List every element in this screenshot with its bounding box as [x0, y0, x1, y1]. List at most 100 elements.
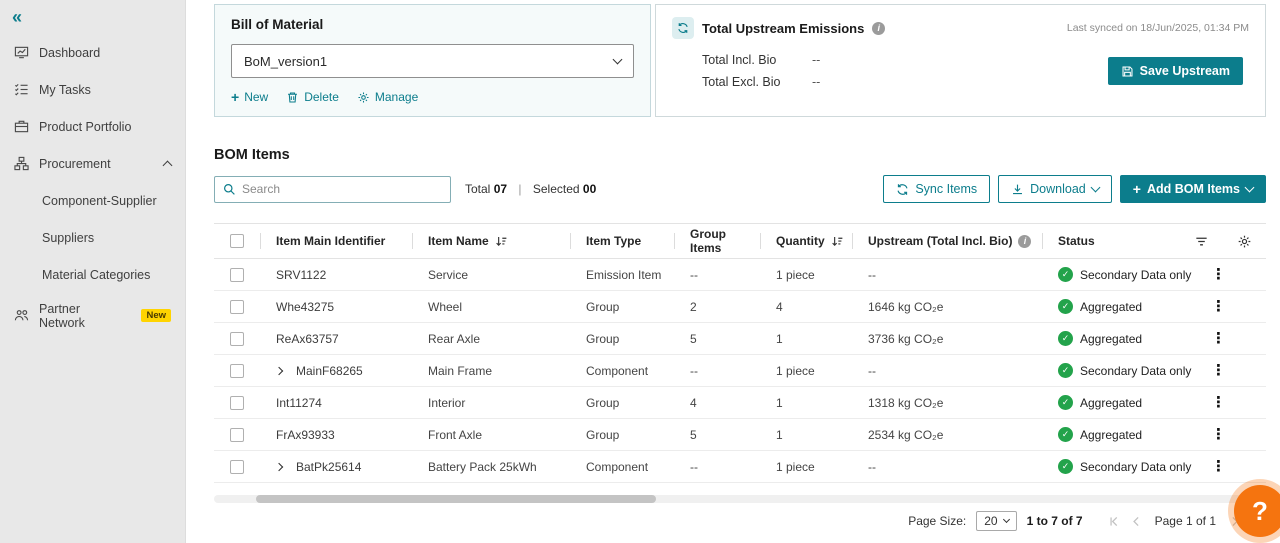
chevron-down-icon: [1245, 183, 1255, 193]
sidebar-item-product-portfolio[interactable]: Product Portfolio: [0, 108, 185, 145]
row-checkbox[interactable]: [230, 268, 244, 282]
row-actions-menu-icon[interactable]: ⋮: [1211, 395, 1252, 410]
emissions-title: Total Upstream Emissions: [702, 21, 864, 36]
row-checkbox[interactable]: [230, 300, 244, 314]
search-box[interactable]: [214, 176, 451, 203]
filter-icon[interactable]: [1194, 234, 1209, 249]
cell-group-items: --: [690, 364, 698, 378]
add-bom-items-button[interactable]: + Add BOM Items: [1120, 175, 1266, 203]
plus-icon: +: [1133, 182, 1141, 196]
cell-item-id: SRV1122: [276, 268, 326, 282]
cell-quantity: 1 piece: [776, 268, 815, 282]
new-badge: New: [141, 309, 171, 322]
status-badge: ✓ Secondary Data only: [1058, 267, 1191, 282]
cell-group-items: --: [690, 268, 698, 282]
first-page-icon[interactable]: [1107, 515, 1120, 528]
table-row[interactable]: BatPk25614 Battery Pack 25kWh Component …: [214, 451, 1266, 483]
items-summary: Total 07 | Selected 00: [465, 182, 596, 196]
header-item-main-identifier: Item Main Identifier: [276, 234, 385, 248]
cell-item-type: Group: [586, 300, 619, 314]
sidebar-item-procurement[interactable]: Procurement: [0, 145, 185, 182]
manage-bom-button[interactable]: Manage: [357, 90, 418, 104]
sidebar-item-material-categories[interactable]: Material Categories: [0, 256, 185, 293]
sidebar-item-label: My Tasks: [39, 83, 91, 97]
row-actions-menu-icon[interactable]: ⋮: [1211, 331, 1252, 346]
collapse-sidebar-icon[interactable]: «: [12, 8, 22, 26]
table-settings-gear-icon[interactable]: [1237, 234, 1252, 249]
row-actions-menu-icon[interactable]: ⋮: [1211, 363, 1252, 378]
header-group-items: Group Items: [690, 227, 760, 255]
select-all-checkbox[interactable]: [230, 234, 244, 248]
cell-quantity: 4: [776, 300, 783, 314]
tasks-icon: [14, 82, 29, 97]
sidebar-item-label: Suppliers: [42, 231, 94, 245]
new-bom-button[interactable]: + New: [231, 90, 268, 104]
page-size-select[interactable]: 20: [976, 511, 1016, 531]
sidebar-item-component-supplier[interactable]: Component-Supplier: [0, 182, 185, 219]
save-upstream-button[interactable]: Save Upstream: [1108, 57, 1243, 85]
check-circle-icon: ✓: [1058, 459, 1073, 474]
row-checkbox[interactable]: [230, 396, 244, 410]
cell-item-name: Service: [428, 268, 468, 282]
row-actions-menu-icon[interactable]: ⋮: [1211, 267, 1252, 282]
download-button[interactable]: Download: [998, 175, 1112, 203]
cell-quantity: 1 piece: [776, 364, 815, 378]
horizontal-scrollbar[interactable]: [214, 495, 1266, 503]
cell-item-name: Wheel: [428, 300, 462, 314]
info-icon[interactable]: i: [872, 22, 885, 35]
status-badge: ✓ Aggregated: [1058, 299, 1142, 314]
table-row[interactable]: SRV1122 Service Emission Item -- 1 piece…: [214, 259, 1266, 291]
sidebar-item-suppliers[interactable]: Suppliers: [0, 219, 185, 256]
pagination-bar: Page Size: 20 1 to 7 of 7 Page 1 of 1: [214, 511, 1266, 531]
selected-value: 00: [583, 182, 596, 196]
search-input[interactable]: [242, 182, 442, 196]
previous-page-icon[interactable]: [1130, 515, 1143, 528]
cell-item-type: Group: [586, 396, 619, 410]
expand-row-icon[interactable]: [276, 368, 290, 374]
help-button[interactable]: ?: [1234, 485, 1280, 537]
row-actions-menu-icon[interactable]: ⋮: [1211, 459, 1252, 474]
status-text: Aggregated: [1080, 332, 1142, 346]
portfolio-icon: [14, 119, 29, 134]
delete-bom-button[interactable]: Delete: [286, 90, 339, 104]
pagination-range: 1 to 7 of 7: [1027, 514, 1083, 528]
row-checkbox[interactable]: [230, 428, 244, 442]
status-badge: ✓ Secondary Data only: [1058, 363, 1191, 378]
table-row[interactable]: MainF68265 Main Frame Component -- 1 pie…: [214, 355, 1266, 387]
sort-icon[interactable]: [495, 235, 508, 248]
sidebar-collapse[interactable]: «: [0, 0, 185, 34]
row-checkbox[interactable]: [230, 364, 244, 378]
sync-items-label: Sync Items: [915, 182, 977, 196]
add-bom-items-label: Add BOM Items: [1147, 182, 1240, 196]
sidebar-item-partner-network[interactable]: Partner Network New: [0, 297, 185, 334]
status-text: Aggregated: [1080, 428, 1142, 442]
table-row[interactable]: Int11274 Interior Group 4 1 1318 kg CO₂e…: [214, 387, 1266, 419]
save-icon: [1121, 65, 1134, 78]
sort-icon[interactable]: [831, 235, 844, 248]
info-icon[interactable]: i: [1018, 235, 1031, 248]
bom-version-select[interactable]: BoM_version1: [231, 44, 634, 78]
check-circle-icon: ✓: [1058, 427, 1073, 442]
total-value: 07: [494, 182, 507, 196]
cell-quantity: 1: [776, 396, 783, 410]
sidebar-item-my-tasks[interactable]: My Tasks: [0, 71, 185, 108]
chevron-down-icon: [1090, 183, 1100, 193]
sync-items-button[interactable]: Sync Items: [883, 175, 990, 203]
cell-item-type: Component: [586, 364, 648, 378]
scrollbar-thumb[interactable]: [256, 495, 656, 503]
main-content: Bill of Material BoM_version1 + New Dele…: [186, 0, 1280, 543]
row-actions-menu-icon[interactable]: ⋮: [1211, 299, 1252, 314]
new-bom-label: New: [244, 90, 268, 104]
row-actions-menu-icon[interactable]: ⋮: [1211, 427, 1252, 442]
expand-row-icon[interactable]: [276, 464, 290, 470]
row-checkbox[interactable]: [230, 332, 244, 346]
table-row[interactable]: Whe43275 Wheel Group 2 4 1646 kg CO₂e ✓ …: [214, 291, 1266, 323]
cell-item-id: Int11274: [276, 396, 322, 410]
cell-item-name: Battery Pack 25kWh: [428, 460, 537, 474]
row-checkbox[interactable]: [230, 460, 244, 474]
table-row[interactable]: FrAx93933 Front Axle Group 5 1 2534 kg C…: [214, 419, 1266, 451]
table-row[interactable]: ReAx63757 Rear Axle Group 5 1 3736 kg CO…: [214, 323, 1266, 355]
total-label: Total: [465, 182, 490, 196]
total-excl-bio-value: --: [812, 75, 820, 89]
sidebar-item-dashboard[interactable]: Dashboard: [0, 34, 185, 71]
